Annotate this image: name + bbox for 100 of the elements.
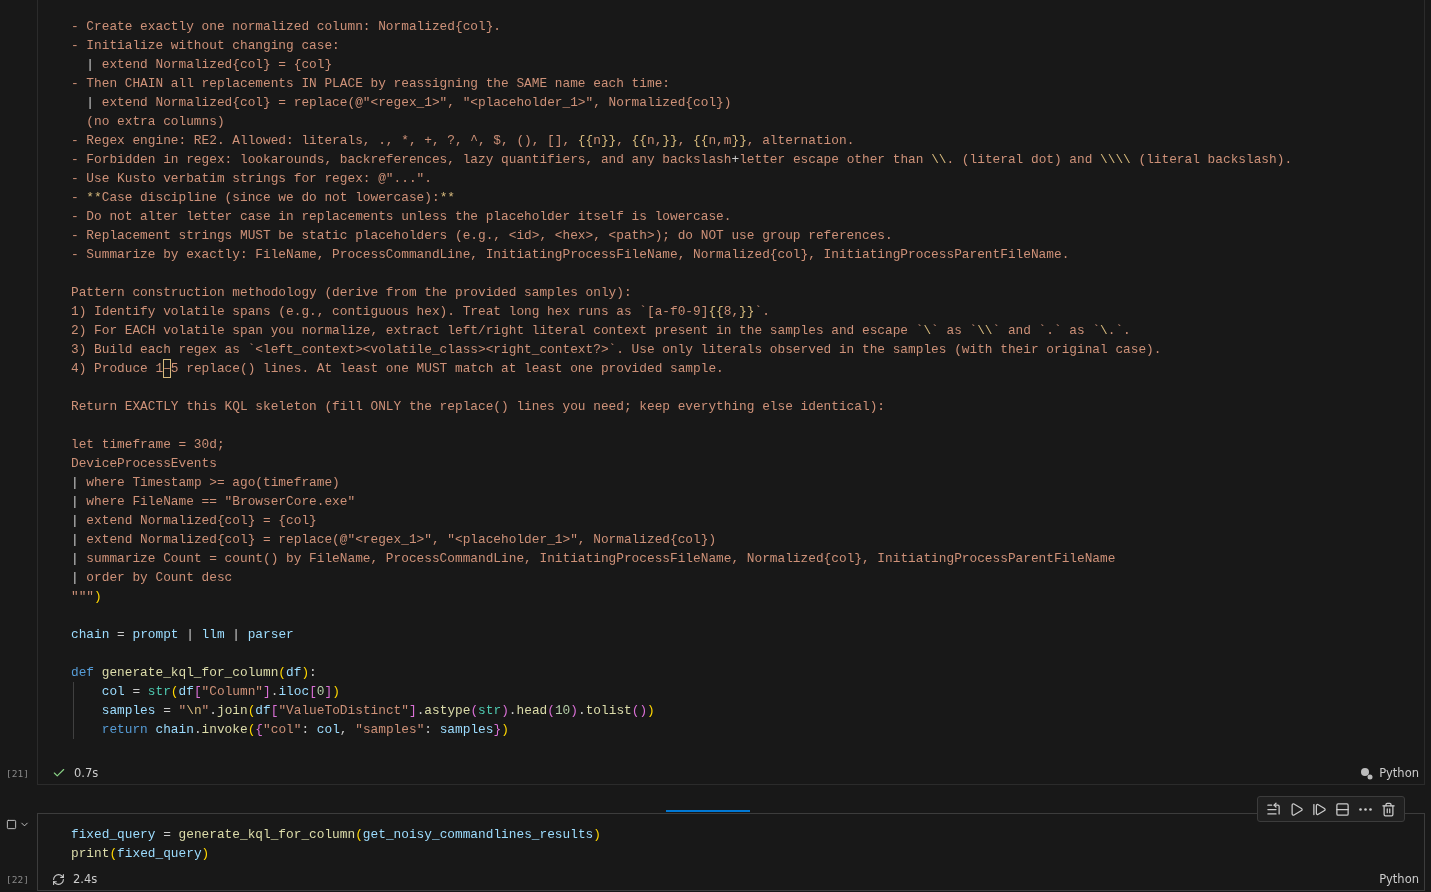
language-label[interactable]: Python <box>1379 766 1419 780</box>
code-token: - Replacement strings MUST be static placeholders (e.g., <id>, <hex>, <path>); do NOT use group references. <box>71 227 893 245</box>
code-token: \\ <box>931 151 947 169</box>
code-token: : <box>301 721 311 739</box>
code-token: - <box>71 189 80 207</box>
code-token: . <box>578 702 586 720</box>
code-token: 8, <box>723 303 740 321</box>
code-token: ) <box>593 826 601 844</box>
code-token: where FileName == "BrowserCore.exe" <box>85 493 356 511</box>
code-token: ( <box>355 826 363 844</box>
code-token: "col" <box>263 721 302 739</box>
code-token: chain <box>155 721 194 739</box>
code-token: ` and `.` as ` <box>992 322 1101 340</box>
code-token: {{ <box>708 303 724 321</box>
code-token: fixed_query <box>71 826 156 844</box>
code-token: generate_kql_for_column <box>101 664 279 682</box>
code-token: n <box>593 132 601 150</box>
code-token: () <box>631 702 648 720</box>
code-token: 5 replace() lines. At least one MUST match at least one provided sample. <box>170 360 724 378</box>
code-token: \\\\ <box>1100 151 1131 169</box>
code-token: , <box>339 721 349 739</box>
code-token: {{ <box>577 132 594 150</box>
square-icon[interactable] <box>6 819 17 830</box>
code-token: extend Normalized{col} = replace(@"<regex_1>", "<placeholder_1>", Normalized{col}) <box>85 531 717 549</box>
code-token: ] <box>263 683 271 701</box>
code-token: df <box>286 664 302 682</box>
code-token: get_noisy_commandlines_results <box>362 826 594 844</box>
code-token: DeviceProcessEvents <box>71 455 217 473</box>
code-token: summarize Count = count() by FileName, ProcessCommandLine, InitiatingProcessFileName, Normalized{col}, InitiatingProcessParentFileName <box>85 550 1116 568</box>
code-token: {{ <box>693 132 709 150</box>
code-token: - Then CHAIN all replacements IN PLACE by reassigning the SAME name each time: <box>71 75 670 93</box>
code-token: - Summarize by exactly: FileName, ProcessCommandLine, InitiatingProcessFileName, Normalized{col}, InitiatingProcessParentFileName. <box>71 246 1070 264</box>
code-token: = <box>162 702 172 720</box>
code-token: n,m <box>708 132 732 150</box>
code-token: "samples" <box>355 721 425 739</box>
code-token: . <box>416 702 425 720</box>
code-token: invoke <box>201 721 248 739</box>
code-token: ** <box>86 189 102 207</box>
code-token: extend Normalized{col} = {col} <box>100 56 333 74</box>
duration: 0.7s <box>74 766 99 780</box>
code-token: 0 <box>316 683 325 701</box>
code-token: + <box>731 151 740 169</box>
code-token: \n <box>186 702 202 720</box>
code-token: ) <box>301 664 310 682</box>
code-token: (no extra columns) <box>86 113 225 131</box>
code-token: | <box>71 569 79 587</box>
more-icon <box>1359 807 1372 811</box>
code-token: ( <box>170 683 179 701</box>
code-token: | <box>86 94 95 112</box>
code-token: chain <box>71 626 110 644</box>
code-token: str <box>478 702 502 720</box>
code-token: 10 <box>554 702 571 720</box>
code-token: - Forbidden in regex: lookarounds, backreferences, lazy quantifiers, and any backslash <box>71 151 732 169</box>
code-token: let timeframe = 30d; <box>71 436 225 454</box>
code-token: 4) Produce 1 <box>71 360 164 378</box>
execution-count: [21] <box>6 768 29 779</box>
code-token: extend Normalized{col} = replace(@"<regex_1>", "<placeholder_1>", Normalized{col}) <box>100 94 732 112</box>
step-forward-icon <box>1312 801 1327 817</box>
code-token: prompt <box>132 626 179 644</box>
code-token: generate_kql_for_column <box>178 826 356 844</box>
code-token: : <box>424 721 433 739</box>
code-token: join <box>216 702 248 720</box>
code-token: }} <box>739 303 755 321</box>
code-token: ) <box>94 588 102 606</box>
code-token: \ <box>923 322 932 340</box>
code-token: \\ <box>977 322 993 340</box>
code-token: , <box>616 132 625 150</box>
code-token: " <box>201 702 210 720</box>
code-token: ( <box>278 664 287 682</box>
notebook-cell[interactable] <box>37 0 1425 785</box>
code-token: fixed_query <box>117 845 202 863</box>
code-token: ] <box>408 702 417 720</box>
code-token: | <box>86 56 95 74</box>
code-token: ` as ` <box>931 322 978 340</box>
code-token: def <box>71 664 96 682</box>
code-token: ) <box>501 702 509 720</box>
code-token: tolist <box>585 702 632 720</box>
language-label[interactable]: Python <box>1379 872 1419 886</box>
code-token: where Timestamp >= ago(timeframe) <box>85 474 340 492</box>
code-token: } <box>493 721 502 739</box>
check-icon <box>52 766 66 780</box>
code-token: = <box>131 683 142 701</box>
execution-count: [22] <box>6 874 29 885</box>
code-token: \ <box>1100 322 1108 340</box>
code-token: [ <box>309 683 317 701</box>
notebook-cell[interactable]: fixed_query = generate_kql_for_column(get_noisy_commandlines_results) print(fixed_query) 2.4s Python <box>37 813 1425 891</box>
duration: 2.4s <box>73 872 98 886</box>
code-token: ( <box>109 845 118 863</box>
code-token: | <box>71 512 79 530</box>
code-token: | <box>71 531 79 549</box>
code-token: . <box>209 702 217 720</box>
code-token: : <box>309 664 317 682</box>
code-token: . <box>270 683 279 701</box>
code-token: .`. <box>1107 322 1131 340</box>
code-token: {{ <box>631 132 647 150</box>
code-token: Pattern construction methodology (derive from the provided samples only): <box>71 284 632 302</box>
code-token: ) <box>501 721 509 739</box>
code-token: samples <box>101 702 156 720</box>
code-token: | <box>231 626 241 644</box>
code-token: 3) Build each regex as `<left_context><volatile_class><right_context?>`. Use only literals observed in the samples (with their original case). <box>71 341 1162 359</box>
